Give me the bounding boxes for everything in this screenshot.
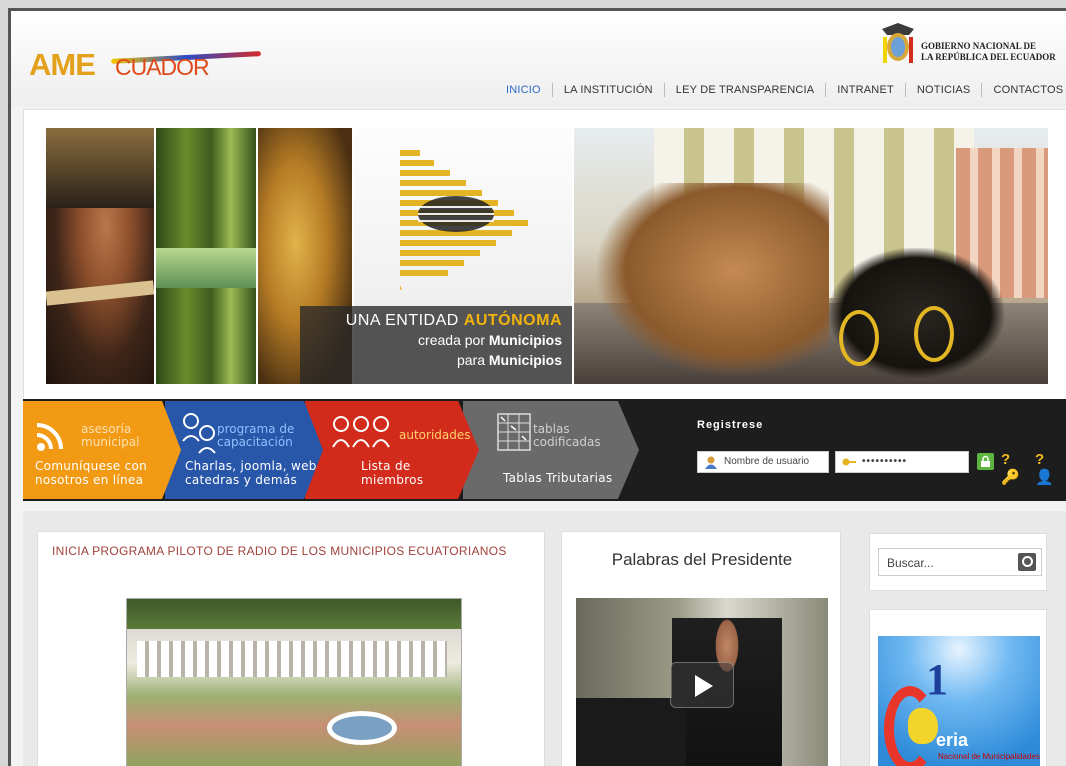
tagline-highlight: AUTÓNOMA <box>463 312 562 329</box>
search-icon[interactable] <box>1018 553 1036 571</box>
play-icon[interactable] <box>670 662 734 708</box>
ecuador-coat-of-arms-icon <box>882 23 914 63</box>
nav-inicio[interactable]: INICIO <box>495 83 552 97</box>
feria-nacional-banner[interactable]: 1 eria Nacional de Municipalidades <box>878 636 1040 766</box>
service-autoridades[interactable]: autoridades Lista de miembros <box>305 401 479 499</box>
people-group-icon <box>182 413 216 454</box>
service-tablas-codificadas[interactable]: tablas codificadas Tablas Tributarias <box>463 401 639 499</box>
president-heading: Palabras del Presidente <box>611 550 793 569</box>
nav-ley-de-transparencia[interactable]: LEY DE TRANSPARENCIA <box>663 83 826 97</box>
service-programa-capacitacion[interactable]: programa de capacitación Charlas, joomla,… <box>165 401 323 499</box>
forgot-password-icon[interactable]: ?🔑 <box>1001 451 1025 486</box>
hero-banner: UNA ENTIDAD AUTÓNOMA creada por Municipi… <box>23 109 1066 403</box>
president-panel: Palabras del Presidente <box>561 531 841 766</box>
key-icon <box>842 458 856 466</box>
banner-photo-horse-carriage <box>574 128 1048 384</box>
ame-triangle-logo-icon <box>400 150 528 290</box>
services-bar: asesoría municipal Comuníquese con nosotro… <box>23 399 1066 501</box>
feria-banner-panel: 1 eria Nacional de Municipalidades <box>869 609 1047 766</box>
nav-noticias[interactable]: NOTICIAS <box>904 83 982 97</box>
ame-logo[interactable]: AME CUADOR <box>29 47 269 91</box>
news-headline[interactable]: INICIA PROGRAMA PILOTO DE RADIO DE LOS M… <box>52 544 536 558</box>
government-line-2: LA REPÚBLICA DEL ECUADOR <box>921 52 1056 62</box>
banner-photo-indigenous-man <box>46 128 154 384</box>
table-grid-icon <box>497 413 531 451</box>
service-asesoria-municipal[interactable]: asesoría municipal Comuníquese con nosotro… <box>23 401 181 499</box>
login-submit-button[interactable] <box>977 453 994 470</box>
site-header: AME CUADOR GOBIERNO NACIONAL DE LA REPÚB… <box>11 11 1066 106</box>
user-icon <box>705 456 717 469</box>
ecuador-map-icon <box>908 708 938 744</box>
register-label: Registrese <box>697 419 764 431</box>
content-area: INICIA PROGRAMA PILOTO DE RADIO DE LOS M… <box>23 511 1066 766</box>
news-image-town-plaza[interactable] <box>126 598 462 766</box>
news-panel: INICIA PROGRAMA PILOTO DE RADIO DE LOS M… <box>37 531 545 766</box>
browser-page: AME CUADOR GOBIERNO NACIONAL DE LA REPÚB… <box>8 8 1066 766</box>
main-nav: INICIO LA INSTITUCIÓN LEY DE TRANSPARENC… <box>495 83 1066 101</box>
forgot-username-icon[interactable]: ?👤 <box>1035 451 1059 486</box>
members-icon <box>332 416 390 448</box>
logo-text-ame: AME <box>29 47 96 82</box>
banner-photo-forest <box>156 128 256 384</box>
logo-text-ecuador: CUADOR <box>115 54 210 80</box>
login-panel: Registrese Nombre de usuario •••••••••• … <box>683 409 1066 493</box>
nav-intranet[interactable]: INTRANET <box>825 83 905 97</box>
government-seal-block[interactable]: GOBIERNO NACIONAL DE LA REPÚBLICA DEL EC… <box>879 21 1066 69</box>
wifi-signal-icon <box>36 423 63 451</box>
nav-la-institucion[interactable]: LA INSTITUCIÓN <box>551 83 664 97</box>
password-input[interactable]: •••••••••• <box>835 451 969 473</box>
lock-icon <box>981 455 990 467</box>
username-input[interactable]: Nombre de usuario <box>697 451 829 473</box>
search-panel: Buscar... <box>869 533 1047 591</box>
nav-contactos[interactable]: CONTACTOS <box>981 83 1066 97</box>
government-line-1: GOBIERNO NACIONAL DE <box>921 41 1037 51</box>
banner-tagline: UNA ENTIDAD AUTÓNOMA creada por Municipi… <box>300 306 572 384</box>
president-video[interactable] <box>576 598 828 766</box>
